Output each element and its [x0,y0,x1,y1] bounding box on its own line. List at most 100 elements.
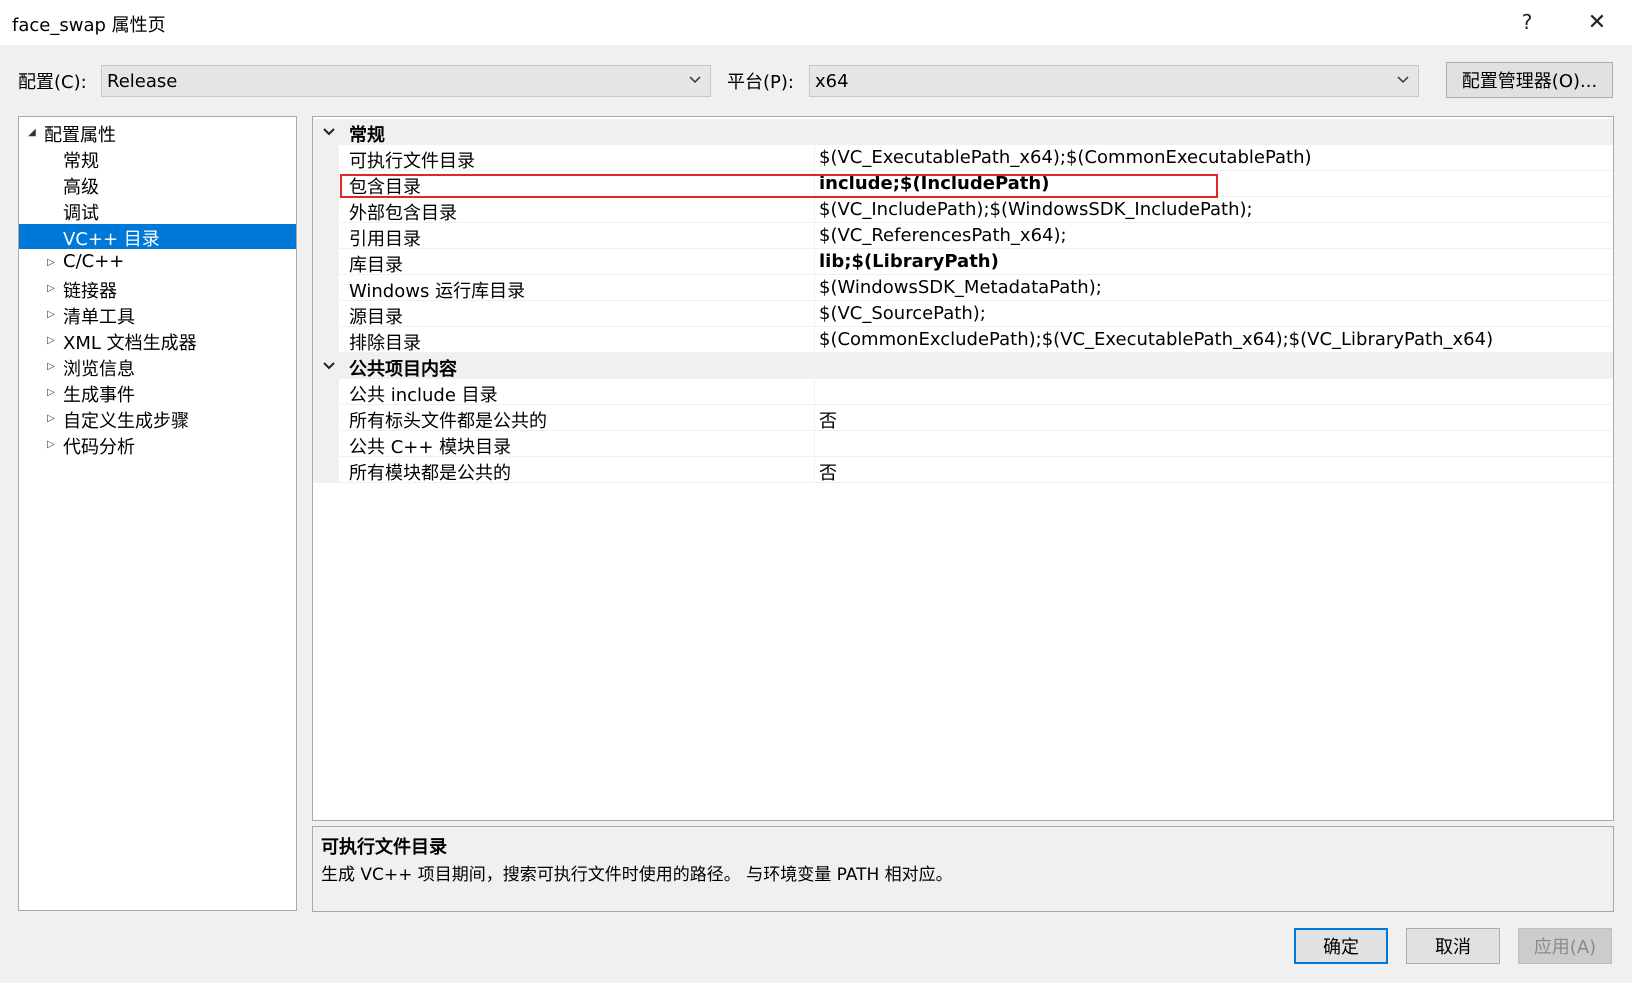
tree-item-manifest-tool[interactable]: ▷ 清单工具 [19,302,296,328]
config-manager-button[interactable]: 配置管理器(O)... [1446,62,1613,98]
chevron-down-icon[interactable] [322,359,336,373]
config-label: 配置(C): [18,72,87,93]
property-name: 可执行文件目录 [349,151,475,172]
collapsed-triangle-icon[interactable]: ▷ [45,360,57,372]
description-panel: 可执行文件目录 生成 VC++ 项目期间，搜索可执行文件时使用的路径。 与环境变… [312,826,1614,912]
tree-item-label: 常规 [63,151,99,172]
row-gutter [313,405,339,431]
row-gutter [313,275,339,301]
title-bar: face_swap 属性页 ? ✕ [0,0,1632,45]
property-row[interactable]: 排除目录 $(CommonExcludePath);$(VC_Executabl… [313,327,1613,354]
property-name: 所有标头文件都是公共的 [349,411,547,432]
collapsed-triangle-icon[interactable]: ▷ [45,412,57,424]
property-row[interactable]: 库目录 lib;$(LibraryPath) [313,249,1613,276]
column-divider [814,301,815,327]
platform-label: 平台(P): [727,72,794,93]
tree-item-browse-info[interactable]: ▷ 浏览信息 [19,354,296,380]
platform-value: x64 [815,70,849,92]
property-grid: 常规 可执行文件目录 $(VC_ExecutablePath_x64);$(Co… [312,116,1614,821]
column-divider [814,405,815,431]
property-row[interactable]: 所有标头文件都是公共的 否 [313,405,1613,433]
column-divider [814,145,815,171]
collapsed-triangle-icon[interactable]: ▷ [45,282,57,294]
collapsed-triangle-icon[interactable]: ▷ [45,256,57,268]
tree-item-custom-build[interactable]: ▷ 自定义生成步骤 [19,406,296,432]
row-gutter [313,249,339,275]
row-gutter [313,457,339,483]
row-gutter [313,301,339,327]
collapsed-triangle-icon[interactable]: ▷ [45,308,57,320]
tree-item-label: 调试 [63,203,99,224]
tree-item-c-cpp[interactable]: ▷ C/C++ [19,250,296,275]
group-title: 常规 [349,125,385,146]
tree-root-label: 配置属性 [44,125,116,146]
config-value: Release [107,70,178,92]
property-row[interactable]: 可执行文件目录 $(VC_ExecutablePath_x64);$(Commo… [313,145,1613,172]
tree-item-xml-doc[interactable]: ▷ XML 文档生成器 [19,328,296,354]
property-value[interactable]: $(VC_ReferencesPath_x64); [819,225,1067,246]
help-button[interactable]: ? [1509,6,1545,38]
tree-item-debugging[interactable]: 调试 [19,198,296,224]
tree-item-label: 链接器 [63,281,117,302]
property-row[interactable]: 外部包含目录 $(VC_IncludePath);$(WindowsSDK_In… [313,197,1613,224]
property-value[interactable]: $(VC_ExecutablePath_x64);$(CommonExecuta… [819,147,1312,168]
tree-item-label: C/C++ [63,251,125,272]
property-row[interactable]: 源目录 $(VC_SourcePath); [313,301,1613,328]
column-divider [814,457,815,483]
tree-item-build-events[interactable]: ▷ 生成事件 [19,380,296,406]
row-gutter [313,197,339,223]
property-row[interactable]: 公共 include 目录 [313,379,1613,406]
tree-item-linker[interactable]: ▷ 链接器 [19,276,296,302]
property-name: 公共 C++ 模块目录 [349,437,512,458]
close-button[interactable]: ✕ [1579,6,1615,38]
apply-button[interactable]: 应用(A) [1518,928,1612,964]
description-text: 生成 VC++ 项目期间，搜索可执行文件时使用的路径。 与环境变量 PATH 相… [321,865,953,885]
property-row[interactable]: 公共 C++ 模块目录 [313,431,1613,458]
expanded-triangle-icon: ◢ [28,126,36,138]
property-row[interactable]: 所有模块都是公共的 否 [313,457,1613,485]
group-header-public-project[interactable]: 公共项目内容 [313,353,1613,380]
property-name: 排除目录 [349,333,421,354]
config-dropdown[interactable]: Release [101,65,711,97]
tree-item-code-analysis[interactable]: ▷ 代码分析 [19,432,296,458]
column-divider [814,431,815,457]
chevron-down-icon[interactable] [322,125,336,139]
tree-item-label: 浏览信息 [63,359,135,380]
row-gutter [313,171,339,197]
collapsed-triangle-icon[interactable]: ▷ [45,438,57,450]
platform-dropdown[interactable]: x64 [809,65,1419,97]
column-divider [814,379,815,405]
tree-root[interactable]: ◢ 配置属性 [19,120,296,146]
property-name: 公共 include 目录 [349,385,498,406]
property-value[interactable]: $(CommonExcludePath);$(VC_ExecutablePath… [819,329,1493,350]
tree-item-general[interactable]: 常规 [19,146,296,172]
cancel-button[interactable]: 取消 [1406,928,1500,964]
close-icon: ✕ [1587,9,1607,35]
ok-button[interactable]: 确定 [1294,928,1388,964]
column-divider [814,197,815,223]
property-row[interactable]: 引用目录 $(VC_ReferencesPath_x64); [313,223,1613,250]
property-value[interactable]: 否 [819,459,837,485]
tree-item-vc-directories[interactable]: VC++ 目录 [19,224,296,250]
highlight-box [340,174,1218,198]
row-gutter [313,145,339,171]
chevron-down-icon [689,76,701,84]
property-value[interactable]: 否 [819,407,837,433]
property-name: Windows 运行库目录 [349,281,526,302]
property-row[interactable]: Windows 运行库目录 $(WindowsSDK_MetadataPath)… [313,275,1613,302]
property-value[interactable]: lib;$(LibraryPath) [819,251,999,272]
collapsed-triangle-icon[interactable]: ▷ [45,386,57,398]
column-divider [814,327,815,353]
property-name: 所有模块都是公共的 [349,463,511,484]
help-icon: ? [1521,10,1533,34]
tree-item-label: VC++ 目录 [63,229,160,250]
property-value[interactable]: $(VC_SourcePath); [819,303,986,324]
property-value[interactable]: $(VC_IncludePath);$(WindowsSDK_IncludePa… [819,199,1253,220]
tree-item-label: 代码分析 [63,437,135,458]
tree-item-advanced[interactable]: 高级 [19,172,296,198]
property-value[interactable]: $(WindowsSDK_MetadataPath); [819,277,1102,298]
collapsed-triangle-icon[interactable]: ▷ [45,334,57,346]
category-tree: ◢ 配置属性 常规 高级 调试 VC++ 目录 ▷ C/C++ ▷ 链接器 ▷ … [18,116,297,911]
window-title: face_swap 属性页 [12,15,166,36]
group-header-general[interactable]: 常规 [313,119,1613,146]
